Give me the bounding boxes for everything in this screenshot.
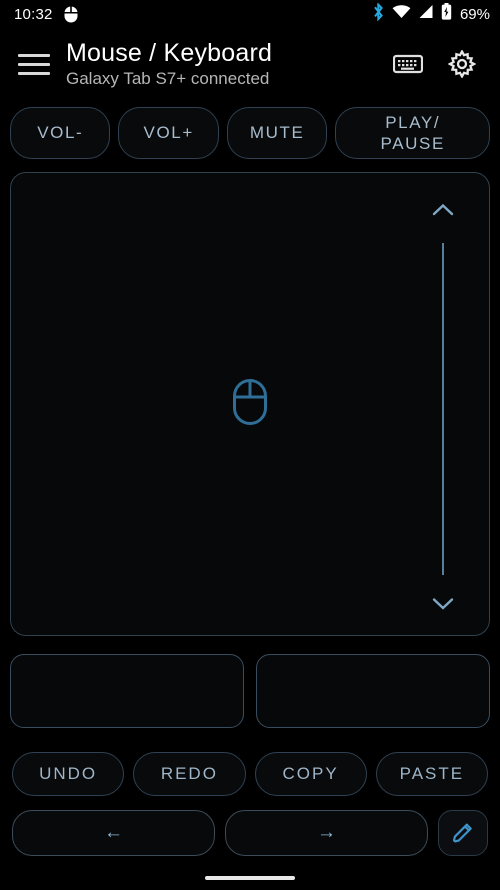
mouse-icon (64, 6, 78, 23)
pencil-edit-icon[interactable] (438, 810, 488, 856)
back-button[interactable]: ← (12, 810, 215, 856)
connection-status-label: Galaxy Tab S7+ connected (66, 69, 270, 88)
app-bar-titles: Mouse / Keyboard Galaxy Tab S7+ connecte… (66, 38, 272, 90)
mouse-button-row (10, 654, 490, 728)
chevron-down-icon[interactable] (432, 597, 454, 615)
gear-icon[interactable] (442, 44, 482, 84)
volume-up-button[interactable]: VOL+ (118, 106, 219, 159)
mute-button[interactable]: MUTE (226, 106, 328, 159)
forward-button[interactable]: → (225, 810, 428, 856)
hamburger-menu-icon[interactable] (6, 36, 62, 92)
app-bar-actions (388, 44, 500, 84)
chevron-up-icon[interactable] (432, 203, 454, 221)
bluetooth-icon (372, 1, 385, 26)
play-pause-label-line1: PLAY/ (385, 112, 441, 132)
mouse-icon (233, 378, 267, 430)
play-pause-button[interactable]: PLAY/ PAUSE (335, 106, 491, 159)
volume-down-button[interactable]: VOL- (10, 106, 111, 159)
scroll-strip[interactable] (425, 203, 461, 615)
battery-icon (441, 3, 452, 25)
scroll-track[interactable] (442, 243, 444, 575)
redo-button[interactable]: REDO (133, 752, 246, 796)
touchpad-center-icon-wrap (11, 173, 489, 635)
status-bar-clock: 10:32 (14, 5, 53, 23)
edit-actions-row: UNDO REDO COPY PASTE (0, 751, 500, 797)
cellular-signal-icon (418, 4, 434, 24)
paste-button[interactable]: PASTE (375, 752, 488, 796)
copy-button[interactable]: COPY (254, 752, 367, 796)
right-click-area[interactable] (256, 654, 490, 728)
android-gesture-pill[interactable] (205, 876, 295, 880)
navigation-row: ← → (0, 808, 500, 858)
status-bar-icons: 69% (372, 1, 490, 26)
status-bar: 10:32 69% (0, 0, 500, 28)
app-bar: Mouse / Keyboard Galaxy Tab S7+ connecte… (0, 30, 500, 98)
page-title: Mouse / Keyboard (66, 39, 273, 67)
media-controls-row: VOL- VOL+ MUTE PLAY/ PAUSE (0, 105, 500, 160)
keyboard-icon[interactable] (388, 44, 428, 84)
battery-percent-label: 69% (459, 5, 490, 23)
touchpad-area[interactable] (10, 172, 490, 636)
wifi-icon (392, 4, 411, 24)
play-pause-label-line2: PAUSE (380, 133, 445, 153)
left-click-area[interactable] (10, 654, 244, 728)
undo-button[interactable]: UNDO (12, 752, 125, 796)
